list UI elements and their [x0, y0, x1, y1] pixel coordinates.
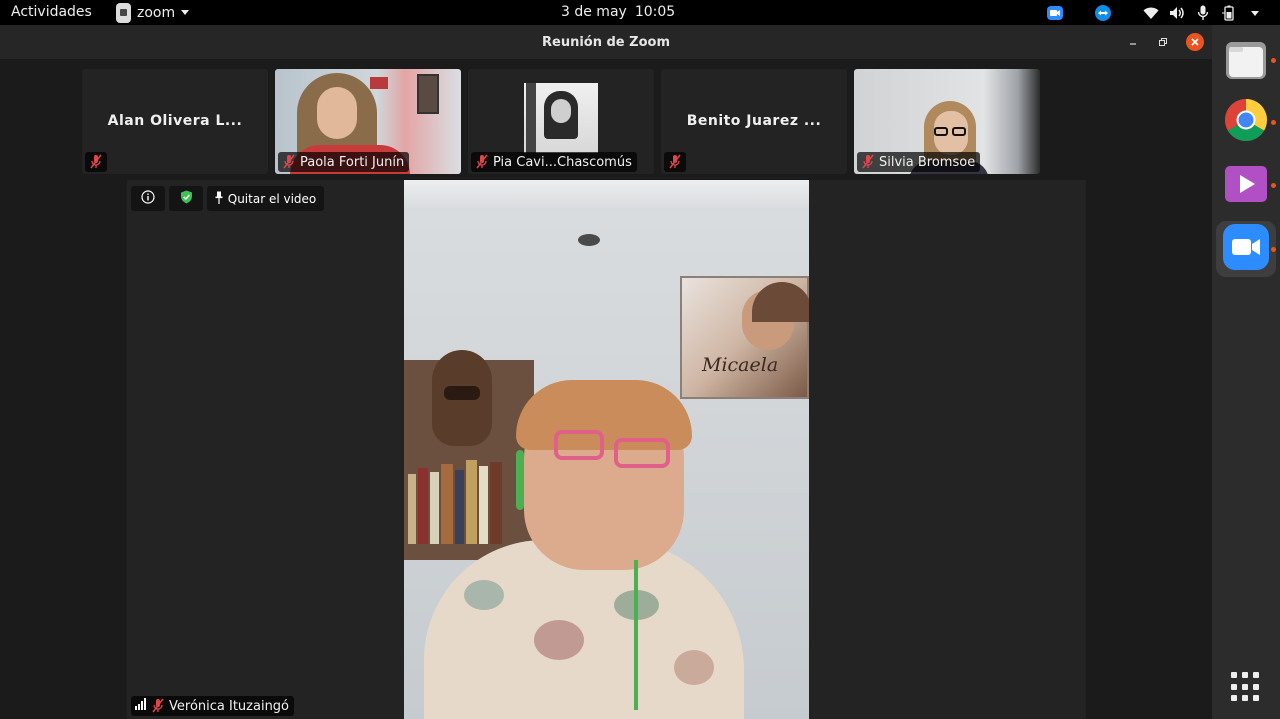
battery-icon[interactable] [1220, 4, 1238, 22]
participant-tile[interactable]: Silvia Bromsoe [854, 69, 1040, 174]
microphone-icon[interactable] [1194, 4, 1212, 22]
dock-files[interactable] [1222, 38, 1270, 86]
dock-video-player[interactable] [1222, 162, 1270, 210]
window-titlebar[interactable]: Reunión de Zoom [0, 25, 1212, 59]
signal-strength-icon [135, 698, 147, 714]
zoom-app-icon [1223, 224, 1269, 274]
participant-tile[interactable]: Alan Olivera L... [82, 69, 268, 174]
activities-button[interactable]: Actividades [11, 4, 92, 20]
zoom-app-menu-icon [116, 2, 131, 23]
window-title: Reunión de Zoom [542, 35, 670, 50]
pin-icon [215, 191, 223, 207]
menu-caret-icon[interactable] [1246, 4, 1264, 22]
mute-badge [664, 152, 686, 172]
maximize-button[interactable] [1154, 33, 1172, 51]
mute-badge: Pia Cavi...Chascomús [471, 152, 637, 172]
chrome-icon [1224, 98, 1268, 146]
wifi-icon[interactable] [1142, 4, 1160, 22]
volume-icon[interactable] [1168, 4, 1186, 22]
mic-muted-icon [151, 698, 165, 714]
mic-muted-icon [668, 154, 682, 170]
mic-muted-icon [861, 154, 875, 170]
teamviewer-icon[interactable] [1094, 4, 1112, 22]
running-indicator [1271, 58, 1276, 63]
mic-muted-icon [282, 154, 296, 170]
app-menu[interactable]: zoom [116, 2, 190, 23]
top-bar: Actividades zoom 3 de may 10:05 [0, 0, 1280, 25]
zoom-tray-icon[interactable] [1046, 4, 1064, 22]
show-applications-button[interactable] [1231, 672, 1261, 702]
meeting-info-button[interactable] [131, 186, 165, 211]
encryption-button[interactable] [169, 186, 203, 211]
mic-muted-icon [89, 154, 103, 170]
dock-zoom[interactable] [1216, 221, 1276, 277]
close-button[interactable] [1186, 33, 1204, 51]
participant-tile[interactable]: Benito Juarez ... [661, 69, 847, 174]
chevron-down-icon [181, 10, 190, 15]
participant-name: Silvia Bromsoe [879, 154, 976, 170]
clock-date: 3 de may [561, 4, 627, 20]
clock-time: 10:05 [634, 4, 676, 20]
app-menu-label: zoom [137, 4, 176, 21]
speaker-name: Verónica Ituzaingó [169, 698, 290, 714]
system-tray[interactable] [1038, 3, 1264, 22]
info-icon [141, 190, 155, 207]
video-player-icon [1225, 166, 1267, 206]
unpin-label: Quitar el video [227, 191, 317, 206]
mute-badge: Silvia Bromsoe [857, 152, 981, 172]
wall-poster: Micaela [680, 276, 809, 399]
mute-badge [85, 152, 107, 172]
participant-name: Pia Cavi...Chascomús [493, 154, 632, 170]
running-indicator [1271, 183, 1276, 188]
speaker-name-badge: Verónica Ituzaingó [131, 696, 295, 716]
dock-chrome[interactable] [1222, 98, 1270, 146]
running-indicator [1271, 120, 1276, 125]
participant-name: Paola Forti Junín [300, 154, 405, 170]
participant-video [524, 83, 598, 153]
minimize-button[interactable] [1124, 33, 1142, 51]
files-icon [1225, 39, 1267, 85]
participant-name-large: Alan Olivera L... [107, 113, 243, 129]
running-indicator [1271, 247, 1276, 252]
unpin-video-button[interactable]: Quitar el video [207, 186, 324, 211]
mic-muted-icon [475, 154, 489, 170]
shield-check-icon [180, 190, 193, 207]
ubuntu-dock [1212, 25, 1280, 719]
clock[interactable]: 3 de may 10:05 [561, 4, 675, 20]
participant-tile[interactable]: Pia Cavi...Chascomús [468, 69, 654, 174]
participant-name-large: Benito Juarez ... [686, 113, 822, 129]
mute-badge: Paola Forti Junín [278, 152, 410, 172]
participant-tile[interactable]: Paola Forti Junín [275, 69, 461, 174]
active-speaker-video: Micaela [404, 180, 809, 719]
poster-text: Micaela [702, 354, 779, 376]
